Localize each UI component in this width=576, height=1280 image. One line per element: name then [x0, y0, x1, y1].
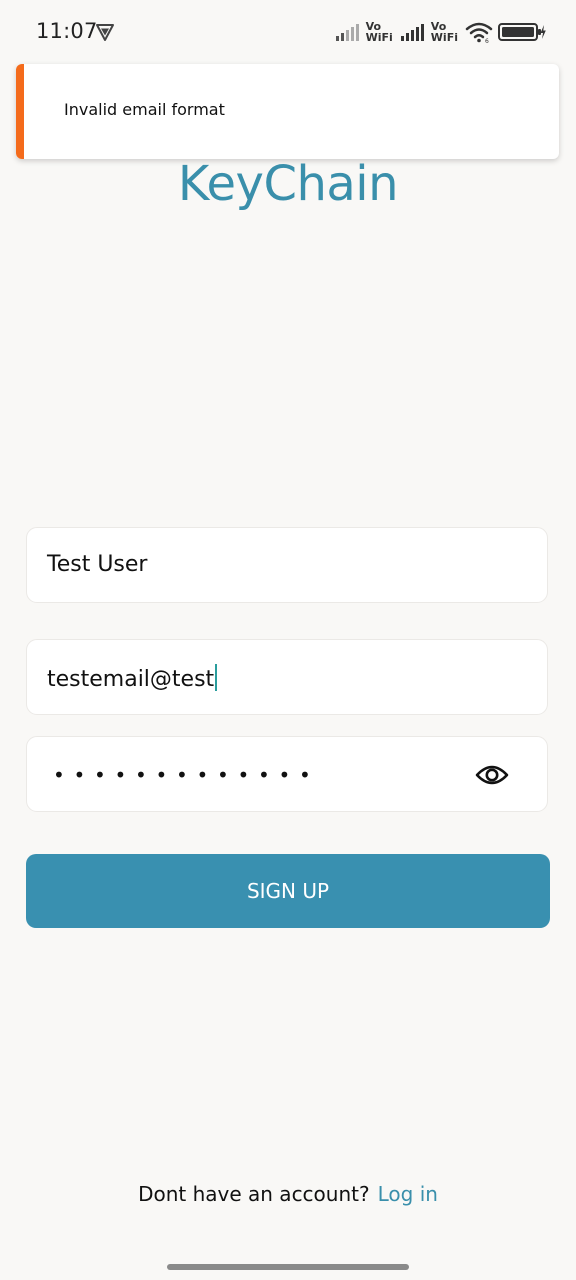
password-field[interactable]: ••••••••••••• [26, 736, 548, 812]
name-field[interactable]: Test User [26, 527, 548, 603]
name-field-value: Test User [47, 552, 148, 577]
svg-text:6: 6 [485, 38, 489, 43]
login-prompt-text: Dont have an account? [138, 1182, 370, 1206]
signup-button[interactable]: SIGN UP [26, 854, 550, 928]
battery-icon [498, 23, 546, 41]
vowifi-indicator: Vo WiFi [430, 20, 458, 44]
vpn-icon [96, 24, 114, 41]
wifi-icon: 6 [465, 22, 493, 43]
login-prompt: Dont have an account? Log in [0, 1182, 576, 1206]
email-field[interactable]: testemail@test [26, 639, 548, 715]
error-toast: Invalid email format [16, 64, 559, 159]
status-bar: 11:07 Vo WiFi Vo WiFi 6 [0, 0, 576, 64]
eye-icon[interactable] [475, 761, 509, 789]
app-logo-title: KeyChain [177, 156, 399, 212]
toast-accent-bar [16, 64, 24, 159]
vowifi-indicator: Vo WiFi [365, 20, 393, 44]
email-field-value: testemail@test [47, 664, 218, 692]
signal-icon [400, 24, 424, 41]
signal-icon [335, 24, 359, 41]
text-cursor [215, 664, 218, 691]
password-field-value: ••••••••••••• [53, 763, 320, 787]
status-icons: Vo WiFi Vo WiFi 6 [335, 18, 546, 46]
login-link[interactable]: Log in [378, 1182, 438, 1206]
charging-icon [540, 25, 546, 39]
home-indicator[interactable] [167, 1264, 409, 1270]
toast-message: Invalid email format [64, 100, 225, 119]
status-time: 11:07 [36, 19, 98, 43]
